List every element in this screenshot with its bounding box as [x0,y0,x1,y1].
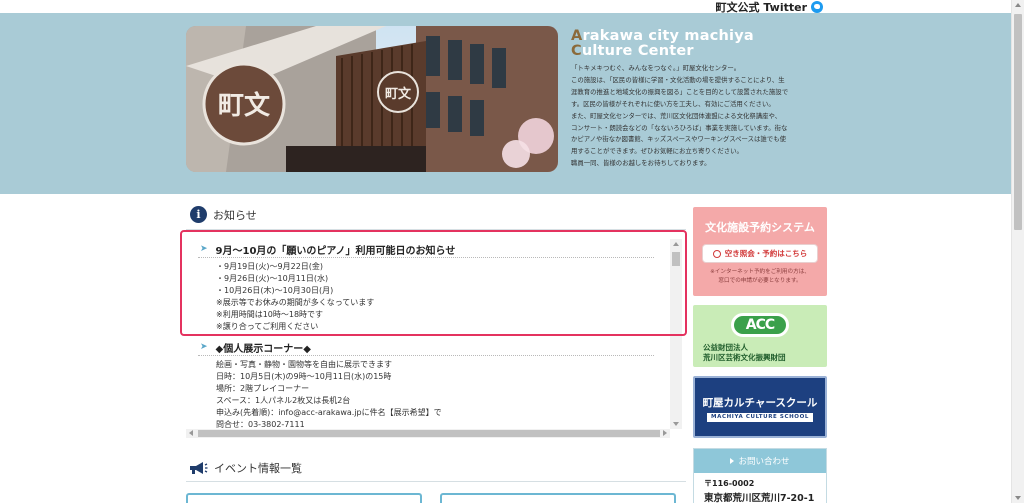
notice-title[interactable]: ➤ ◆個人展示コーナー◆ [186,339,670,355]
scroll-down-icon[interactable] [673,422,679,426]
reservation-button-label: 空き照会・予約はこちら [724,249,808,258]
desc-line: この施設は、「区民の皆様に学習・文化活動の場を提供することにより、生 [571,75,785,84]
contact-postal: 〒116-0002 [704,479,755,488]
title-cap-a: A [571,28,583,44]
desc-line: 涯教育の推進と地域文化の振興を図る」ことを目的として設置された施設で [571,87,789,96]
desc-line: コンサート・朗読会などの「なないろひろば」事業を実施しています。街な [571,123,788,132]
page-scroll-thumb[interactable] [1014,14,1022,230]
building-illustration: 町文 町文 [186,26,558,172]
events-heading-label: イベント情報一覧 [214,462,302,475]
desc-line: 職員一同、皆様のお越しをお待ちしております。 [571,159,711,168]
desc-line: 「トキメキつむぐ、みんなをつなぐ。」町屋文化センター。 [571,64,741,72]
notices-heading-label: お知らせ [213,208,257,222]
twitter-bird-icon [811,1,823,13]
search-icon [712,249,721,258]
arrow-right-icon: ➤ [200,342,208,352]
notice-line: スペース：1人パネル2枚又は長机2台 [216,395,351,405]
reservation-button[interactable]: 空き照会・予約はこちら [702,244,818,263]
site-title: Arakawa city machiya Culture Center [571,29,754,59]
contact-box: お問い合わせ 〒116-0002 東京都荒川区荒川7-20-1 [693,448,827,503]
site-description: 「トキメキつむぐ、みんなをつなぐ。」町屋文化センター。 この施設は、「区民の皆様… [571,63,833,170]
note-line: ※インターネット予約をご利用の方は、 [710,269,810,275]
desc-line: す。区民の皆様がそれぞれに使い方を工夫し、有効にご活用ください。 [571,99,775,108]
info-icon: i [190,206,207,223]
notice-item: ➤ ◆個人展示コーナー◆ 絵画・写真・静物・園物等を自由に展示できます 日時：1… [186,339,670,430]
acc-logo: ACC [731,313,789,337]
scroll-up-icon[interactable] [1015,3,1021,7]
scroll-left-icon[interactable] [189,430,193,436]
desc-line: かピアノや街なか図書館、キッズスペースやワーキングスペースは誰でも使 [571,135,786,144]
sign-left-text: 町文 [218,90,271,121]
dotted-divider [198,355,654,356]
notice-title-text: ◆個人展示コーナー◆ [215,343,311,355]
notice-line: 絵画・写真・静物・園物等を自由に展示できます [216,360,392,369]
reservation-system-banner[interactable]: 文化施設予約システム 空き照会・予約はこちら ※インターネット予約をご利用の方は… [693,207,827,296]
notice-line: 場所：2階プレイコーナー [216,383,310,393]
events-heading: イベント情報一覧 [188,460,302,476]
acc-foundation-banner[interactable]: ACC 公益財団法人 荒川区芸術文化振興財団 [693,305,827,367]
contact-address: 東京都荒川区荒川7-20-1 [704,493,815,503]
school-title: 町屋カルチャースクール [702,397,818,409]
notices-heading: i お知らせ [190,206,257,223]
megaphone-icon [188,461,208,475]
building-photo: 町文 町文 [186,26,558,172]
scroll-down-icon[interactable] [1015,496,1021,500]
culture-school-banner[interactable]: 町屋カルチャースクール MACHIYA CULTURE SCHOOL [693,376,827,438]
contact-heading: お問い合わせ [738,457,790,467]
notice-line: 申込み(先着順)：info@acc-arakawa.jpに件名【展示希望】で [216,407,442,417]
notice-body: 絵画・写真・静物・園物等を自由に展示できます 日時：10月5日(木)の9時～10… [186,359,670,430]
reservation-title: 文化施設予約システム [705,221,815,234]
acc-org-line2: 荒川区芸術文化振興財団 [703,353,786,362]
event-card[interactable] [440,493,676,503]
top-bar: 町文公式 Twitter [0,0,1011,14]
desc-line: また、町屋文化センターでは、荒川区文化団体連盟による文化祭講座や、 [571,111,782,120]
hero-banner: 町文 町文 Arakawa city machiya Culture Cente… [0,13,1011,194]
highlight-box [180,230,687,336]
note-line: 窓口での申請が必要となります。 [718,277,802,284]
event-card[interactable] [186,493,422,503]
reservation-note: ※インターネット予約をご利用の方は、 窓口での申請が必要となります。 [693,268,827,285]
page-scrollbar[interactable] [1011,0,1024,503]
title-line2: ulture Center [581,43,694,59]
title-cap-c: C [571,43,582,59]
contact-header: お問い合わせ [694,449,826,473]
school-subtitle: MACHIYA CULTURE SCHOOL [707,413,813,422]
notice-line: 日時：10月5日(木)の9時～10月11日(水)の15時 [216,371,392,381]
divider [186,481,686,482]
sign-right-text: 町文 [385,86,412,102]
desc-line: 用することができます。ぜひお気軽にお立ち寄りください。 [571,147,743,156]
notices-horizontal-scrollbar[interactable] [186,429,670,438]
scroll-thumb[interactable] [198,430,660,437]
scroll-right-icon[interactable] [663,430,667,436]
title-line1: rakawa city machiya [582,28,754,44]
triangle-right-icon [730,458,735,464]
